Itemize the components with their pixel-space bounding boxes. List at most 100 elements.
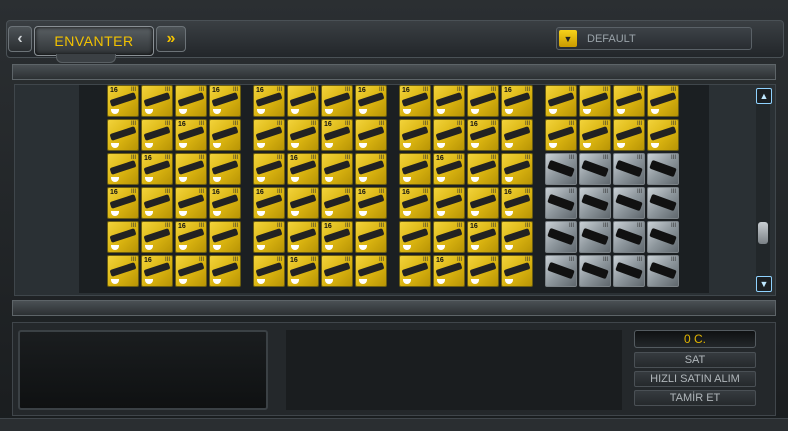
- inventory-slot[interactable]: 16 III: [467, 221, 499, 253]
- inventory-slot[interactable]: III: [613, 187, 645, 219]
- inventory-slot[interactable]: III: [647, 221, 679, 253]
- inventory-slot[interactable]: 16 III: [321, 221, 353, 253]
- inventory-slot[interactable]: III: [321, 85, 353, 117]
- inventory-slot[interactable]: III: [399, 221, 431, 253]
- inventory-slot[interactable]: 16 III: [399, 85, 431, 117]
- inventory-slot[interactable]: III: [253, 119, 285, 151]
- inventory-slot[interactable]: III: [107, 153, 139, 185]
- inventory-slot[interactable]: III: [647, 153, 679, 185]
- inventory-slot[interactable]: III: [501, 119, 533, 151]
- inventory-slot[interactable]: III: [355, 119, 387, 151]
- inventory-slot[interactable]: 16 III: [107, 85, 139, 117]
- inventory-slot[interactable]: 16 III: [399, 187, 431, 219]
- inventory-slot[interactable]: 16 III: [209, 187, 241, 219]
- inventory-slot[interactable]: III: [545, 221, 577, 253]
- inventory-slot[interactable]: III: [579, 119, 611, 151]
- inventory-slot[interactable]: III: [501, 255, 533, 287]
- inventory-slot[interactable]: III: [647, 119, 679, 151]
- inventory-slot[interactable]: III: [545, 187, 577, 219]
- inventory-slot[interactable]: III: [433, 85, 465, 117]
- inventory-slot[interactable]: 16 III: [287, 153, 319, 185]
- inventory-slot[interactable]: III: [467, 85, 499, 117]
- inventory-slot[interactable]: III: [467, 187, 499, 219]
- inventory-slot[interactable]: III: [545, 85, 577, 117]
- inventory-slot[interactable]: III: [433, 119, 465, 151]
- inventory-slot[interactable]: III: [107, 255, 139, 287]
- inventory-slot[interactable]: 16 III: [141, 255, 173, 287]
- inventory-slot[interactable]: III: [107, 119, 139, 151]
- inventory-slot[interactable]: III: [175, 85, 207, 117]
- inventory-slot[interactable]: III: [321, 187, 353, 219]
- inventory-slot[interactable]: III: [613, 153, 645, 185]
- inventory-slot[interactable]: III: [209, 119, 241, 151]
- inventory-slot[interactable]: III: [433, 187, 465, 219]
- inventory-slot[interactable]: III: [613, 221, 645, 253]
- inventory-slot[interactable]: III: [613, 85, 645, 117]
- inventory-slot[interactable]: III: [321, 153, 353, 185]
- inventory-slot[interactable]: III: [579, 221, 611, 253]
- inventory-slot[interactable]: III: [287, 119, 319, 151]
- inventory-slot[interactable]: III: [433, 221, 465, 253]
- inventory-slot[interactable]: III: [321, 255, 353, 287]
- inventory-slot[interactable]: III: [579, 85, 611, 117]
- inventory-slot[interactable]: 16 III: [355, 187, 387, 219]
- inventory-slot[interactable]: 16 III: [355, 85, 387, 117]
- prev-arrow-icon[interactable]: ‹: [8, 26, 32, 52]
- quick-buy-button[interactable]: HIZLI SATIN ALIM: [634, 371, 756, 387]
- inventory-slot[interactable]: III: [545, 119, 577, 151]
- inventory-slot[interactable]: III: [141, 119, 173, 151]
- inventory-slot[interactable]: 16 III: [107, 187, 139, 219]
- inventory-slot[interactable]: 16 III: [321, 119, 353, 151]
- scroll-up-icon[interactable]: ▲: [756, 88, 772, 104]
- sell-button[interactable]: SAT: [634, 352, 756, 368]
- inventory-slot[interactable]: III: [107, 221, 139, 253]
- inventory-slot[interactable]: III: [467, 153, 499, 185]
- inventory-slot[interactable]: III: [399, 255, 431, 287]
- inventory-slot[interactable]: III: [579, 153, 611, 185]
- inventory-slot[interactable]: III: [579, 187, 611, 219]
- inventory-slot[interactable]: 16 III: [433, 153, 465, 185]
- inventory-slot[interactable]: III: [467, 255, 499, 287]
- inventory-slot[interactable]: III: [141, 187, 173, 219]
- inventory-slot[interactable]: 16 III: [433, 255, 465, 287]
- inventory-slot[interactable]: III: [355, 153, 387, 185]
- scroll-down-icon[interactable]: ▼: [756, 276, 772, 292]
- inventory-slot[interactable]: III: [175, 187, 207, 219]
- inventory-slot[interactable]: III: [647, 187, 679, 219]
- inventory-slot[interactable]: III: [613, 255, 645, 287]
- inventory-slot[interactable]: III: [253, 153, 285, 185]
- next-double-arrow-icon[interactable]: »: [156, 26, 186, 52]
- inventory-slot[interactable]: 16 III: [175, 221, 207, 253]
- inventory-slot[interactable]: 16 III: [287, 255, 319, 287]
- inventory-slot[interactable]: III: [647, 255, 679, 287]
- inventory-slot[interactable]: III: [501, 153, 533, 185]
- inventory-slot[interactable]: III: [613, 119, 645, 151]
- inventory-slot[interactable]: III: [355, 221, 387, 253]
- tab-envanter[interactable]: ENVANTER: [34, 26, 154, 56]
- inventory-slot[interactable]: III: [141, 221, 173, 253]
- inventory-slot[interactable]: III: [287, 187, 319, 219]
- inventory-slot[interactable]: III: [209, 153, 241, 185]
- inventory-slot[interactable]: III: [287, 85, 319, 117]
- inventory-slot[interactable]: III: [253, 221, 285, 253]
- inventory-slot[interactable]: 16 III: [467, 119, 499, 151]
- inventory-slot[interactable]: 16 III: [253, 85, 285, 117]
- inventory-slot[interactable]: III: [175, 255, 207, 287]
- inventory-slot[interactable]: 16 III: [501, 85, 533, 117]
- inventory-slot[interactable]: 16 III: [209, 85, 241, 117]
- inventory-slot[interactable]: III: [501, 221, 533, 253]
- inventory-slot[interactable]: III: [399, 119, 431, 151]
- inventory-slot[interactable]: III: [579, 255, 611, 287]
- inventory-slot[interactable]: III: [399, 153, 431, 185]
- filter-dropdown[interactable]: ▼ DEFAULT: [556, 27, 752, 50]
- inventory-slot[interactable]: III: [647, 85, 679, 117]
- inventory-slot[interactable]: 16 III: [175, 119, 207, 151]
- inventory-slot[interactable]: III: [175, 153, 207, 185]
- inventory-slot[interactable]: III: [545, 153, 577, 185]
- inventory-scrollbar[interactable]: ▲ ▼: [756, 88, 772, 292]
- repair-button[interactable]: TAMİR ET: [634, 390, 756, 406]
- inventory-slot[interactable]: III: [355, 255, 387, 287]
- inventory-slot[interactable]: III: [209, 255, 241, 287]
- inventory-slot[interactable]: 16 III: [141, 153, 173, 185]
- inventory-slot[interactable]: III: [209, 221, 241, 253]
